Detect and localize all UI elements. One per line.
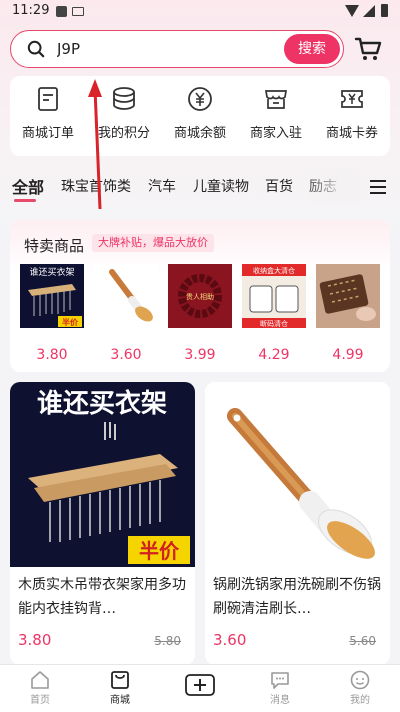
mall-icon (111, 671, 129, 689)
special-item-price: 3.60 (110, 347, 142, 363)
bottom-navigation: 首页 商城 消息 我的 (0, 664, 400, 712)
active-tab-indicator (14, 199, 36, 202)
product-original-price: 5.60 (349, 634, 376, 648)
product-card[interactable]: 谁还买衣架 半价 木质实木吊带衣架家用多功能内衣挂钩背… 3.80 5.80 (10, 382, 195, 665)
merchant-icon (264, 90, 288, 109)
product-image-text: 半价 (139, 539, 180, 563)
nav-label: 消息 (270, 695, 290, 706)
nav-label: 商城 (110, 695, 130, 706)
wallet-image (316, 264, 380, 328)
nav-label: 首页 (30, 695, 50, 706)
tab-jewelry[interactable]: 珠宝首饰类 (61, 176, 131, 196)
special-offers-title: 特卖商品 (24, 237, 85, 255)
menu-item-label: 我的积分 (97, 126, 150, 141)
status-bar: 11:29 (0, 0, 400, 24)
special-item-image (316, 264, 380, 328)
menu-item-label: 商城余额 (173, 126, 226, 141)
battery-icon (381, 4, 388, 17)
menu-icon[interactable] (370, 180, 386, 194)
menu-item-points[interactable]: 我的积分 (88, 86, 160, 148)
notification-icon (56, 6, 67, 17)
menu-item-balance[interactable]: 商城余额 (164, 86, 236, 148)
tab-general-goods[interactable]: 百货 (265, 176, 293, 196)
thumb-text: 贵人相助 (186, 292, 214, 301)
search-bar: 搜索 (10, 30, 390, 68)
message-icon (271, 672, 289, 689)
special-item[interactable]: 谁还买衣架 半价 3.80 (20, 264, 84, 368)
bracelet-image: 贵人相助 (168, 264, 232, 328)
category-tabs: 全部 珠宝首饰类 汽车 儿童读物 百货 励志 (0, 168, 400, 204)
wifi-icon (345, 5, 359, 17)
special-item-image: 贵人相助 (168, 264, 232, 328)
product-card[interactable]: 锅刷洗锅家用洗碗刷不伤锅刷碗清洁刷长… 3.60 5.60 (205, 382, 390, 665)
home-icon (31, 671, 49, 689)
tab-all[interactable]: 全部 (12, 174, 44, 198)
product-original-price: 5.80 (154, 634, 181, 648)
menu-item-label: 商城卡券 (325, 126, 378, 141)
special-item[interactable]: 4.99 (316, 264, 380, 368)
tabs-fade (300, 168, 360, 204)
keyboard-icon (72, 7, 84, 16)
special-item-price: 3.99 (184, 347, 216, 363)
search-box[interactable]: 搜索 (10, 30, 344, 68)
menu-item-label: 商城订单 (21, 126, 74, 141)
quick-menu: 商城订单 我的积分 商城余额 商家入驻 商城卡券 (10, 76, 390, 156)
special-item-price: 3.80 (36, 347, 68, 363)
search-input[interactable] (57, 38, 237, 60)
menu-item-label: 商家入驻 (249, 126, 302, 141)
product-price: 3.60 (213, 631, 247, 649)
search-icon (27, 40, 45, 58)
special-item[interactable]: 收纳盒大清仓 断码清仓 4.29 (242, 264, 306, 368)
balance-icon (188, 87, 212, 111)
thumb-text: 断码清仓 (260, 319, 288, 328)
nav-mall[interactable]: 商城 (90, 670, 150, 710)
thumb-text: 谁还买衣架 (29, 266, 74, 278)
brush-image (205, 382, 390, 567)
nav-messages[interactable]: 消息 (250, 670, 310, 710)
profile-icon (350, 670, 370, 690)
tab-cars[interactable]: 汽车 (148, 176, 176, 196)
hanger-image: 谁还买衣架 半价 (10, 382, 195, 567)
product-image-text: 谁还买衣架 (37, 388, 167, 419)
nav-home[interactable]: 首页 (10, 670, 70, 710)
tab-childrens-books[interactable]: 儿童读物 (193, 176, 249, 196)
nav-add[interactable] (170, 670, 230, 710)
thumb-text: 收纳盒大清仓 (253, 266, 295, 275)
special-item-image: 收纳盒大清仓 断码清仓 (242, 264, 306, 328)
product-image (205, 382, 390, 567)
thumb-text: 半价 (62, 317, 79, 327)
product-image: 谁还买衣架 半价 (10, 382, 195, 567)
special-item[interactable]: 贵人相助 3.99 (168, 264, 232, 368)
special-item-image (94, 264, 158, 328)
product-price: 3.80 (18, 631, 52, 649)
special-offers-badge: 大牌补贴，爆品大放价 (92, 234, 214, 252)
brush-image (94, 264, 158, 328)
special-item-image: 谁还买衣架 半价 (20, 264, 84, 328)
storage-box-image: 收纳盒大清仓 断码清仓 (242, 264, 306, 328)
special-item-price: 4.99 (332, 347, 364, 363)
menu-item-merchant[interactable]: 商家入驻 (240, 86, 312, 148)
hanger-image: 谁还买衣架 半价 (20, 264, 84, 328)
cart-icon[interactable] (354, 36, 382, 62)
special-offers-card: 特卖商品 大牌补贴，爆品大放价 谁还买衣架 半价 3.80 3.60 贵人相助 … (10, 220, 390, 372)
menu-item-coupons[interactable]: 商城卡券 (316, 86, 388, 148)
product-title: 木质实木吊带衣架家用多功能内衣挂钩背… (18, 577, 186, 617)
signal-icon (363, 5, 375, 17)
special-item[interactable]: 3.60 (94, 264, 158, 368)
order-icon (38, 87, 58, 111)
coupon-icon (341, 90, 363, 108)
special-item-price: 4.29 (258, 347, 290, 363)
add-icon (185, 674, 215, 696)
search-button[interactable]: 搜索 (284, 34, 340, 64)
menu-item-orders[interactable]: 商城订单 (12, 86, 84, 148)
product-title: 锅刷洗锅家用洗碗刷不伤锅刷碗清洁刷长… (213, 577, 381, 617)
nav-profile[interactable]: 我的 (330, 670, 390, 710)
points-icon (113, 87, 135, 110)
status-time: 11:29 (12, 3, 50, 18)
nav-label: 我的 (350, 695, 370, 706)
